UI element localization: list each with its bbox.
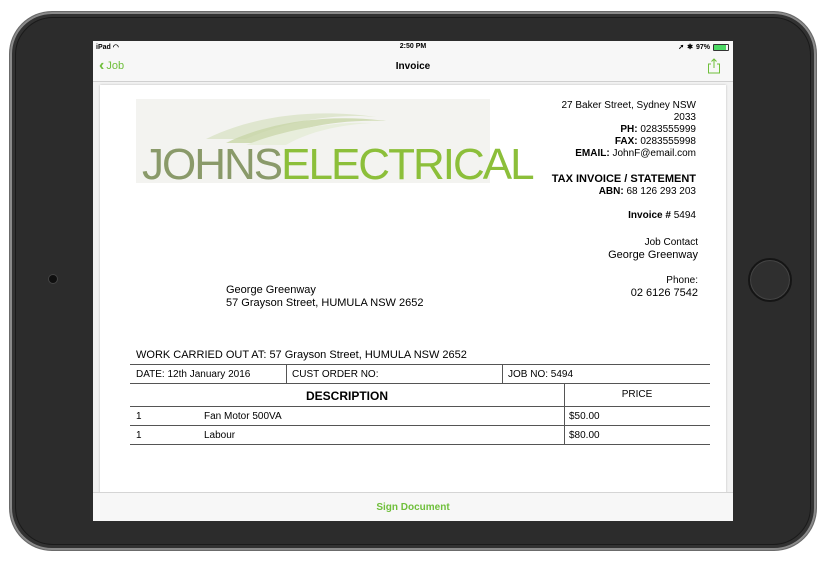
location-icon: ➚ (678, 44, 685, 51)
job-contact: Job Contact George Greenway (608, 236, 698, 262)
qty-cell: 1 (136, 430, 142, 441)
clock: 2:50 PM (399, 43, 427, 50)
description-cell: Fan Motor 500VA (204, 411, 282, 422)
share-icon[interactable] (707, 58, 721, 74)
meta-row: DATE: 12th January 2016 CUST ORDER NO: J… (130, 365, 710, 384)
company-address-line2: 2033 (673, 112, 696, 123)
screen: iPad ◠ 2:50 PM ➚ ✱ 97% ‹ Job Invoice JOH… (93, 41, 733, 521)
camera-icon (49, 275, 57, 283)
date-cell: DATE: 12th January 2016 (136, 369, 251, 380)
bluetooth-icon: ✱ (687, 44, 693, 51)
logo-text: JOHNSELECTRICAL (142, 140, 535, 189)
work-location: WORK CARRIED OUT AT: 57 Grayson Street, … (136, 349, 467, 361)
divider (286, 365, 287, 383)
company-address-line1: 27 Baker Street, Sydney NSW (561, 100, 696, 111)
invoice-type-title: TAX INVOICE / STATEMENT (551, 173, 696, 185)
price-cell: $50.00 (569, 411, 600, 422)
header-row: DESCRIPTION PRICE (130, 384, 710, 407)
company-phone: PH: 0283555999 (620, 124, 696, 135)
company-email: EMAIL: JohnF@email.com (575, 148, 696, 159)
invoice-number: Invoice # 5494 (628, 210, 696, 221)
client-address-block: George Greenway 57 Grayson Street, HUMUL… (226, 284, 423, 310)
job-no-cell: JOB NO: 5494 (508, 369, 574, 380)
company-logo: JOHNSELECTRICAL (136, 99, 535, 187)
description-cell: Labour (204, 430, 236, 441)
description-header: DESCRIPTION (305, 389, 388, 403)
battery-percent: 97% (695, 43, 710, 51)
cust-order-cell: CUST ORDER NO: (292, 369, 379, 380)
status-right: ➚ ✱ 97% (678, 43, 729, 51)
status-bar: iPad ◠ 2:50 PM ➚ ✱ 97% (93, 41, 733, 53)
invoice-table: DATE: 12th January 2016 CUST ORDER NO: J… (130, 364, 710, 445)
contact-phone: Phone: 02 6126 7542 (631, 274, 698, 300)
price-header: PRICE (621, 389, 653, 400)
company-fax: FAX: 0283555998 (614, 136, 696, 147)
abn: ABN: 68 126 293 203 (598, 186, 696, 197)
sign-document-bar: Sign Document (93, 492, 733, 521)
client-name: George Greenway (226, 284, 316, 296)
table-row: 1 Fan Motor 500VA $50.00 (130, 407, 710, 426)
divider (502, 365, 503, 383)
table-row: 1 Labour $80.00 (130, 426, 710, 445)
job-contact-name: George Greenway (608, 249, 698, 261)
page-title: Invoice (395, 61, 431, 72)
price-cell: $80.00 (569, 430, 600, 441)
navigation-bar: ‹ Job Invoice (93, 53, 733, 82)
qty-cell: 1 (136, 411, 142, 422)
divider (564, 407, 565, 425)
phone-number: 02 6126 7542 (630, 287, 698, 299)
invoice-document: JOHNSELECTRICAL 27 Baker Street, Sydney … (100, 85, 726, 495)
company-details: 27 Baker Street, Sydney NSW 2033 PH: 028… (496, 100, 696, 160)
phone-label: Phone: (666, 275, 698, 286)
home-button[interactable] (748, 258, 792, 302)
divider (564, 426, 565, 444)
battery-icon (713, 43, 729, 51)
client-address: 57 Grayson Street, HUMULA NSW 2652 (226, 297, 424, 309)
sign-document-button[interactable]: Sign Document (376, 502, 449, 513)
job-contact-label: Job Contact (644, 237, 698, 248)
